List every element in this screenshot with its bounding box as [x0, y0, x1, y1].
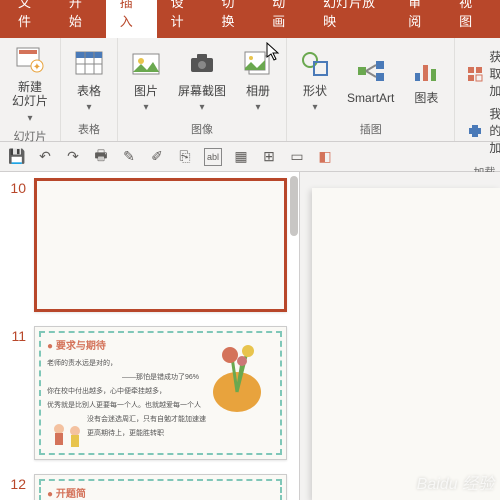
- align-icon[interactable]: ▭: [288, 148, 306, 166]
- dropdown-arrow-icon: ▾: [313, 102, 318, 113]
- dropdown-arrow-icon: ▾: [87, 102, 92, 113]
- tab-insert[interactable]: 插入: [106, 0, 157, 38]
- tab-animations[interactable]: 动画: [258, 0, 309, 38]
- slide-number: 12: [6, 474, 26, 500]
- screenshot-label: 屏幕截图: [178, 84, 226, 98]
- save-icon[interactable]: 💾: [8, 148, 26, 166]
- print-icon[interactable]: 🖶: [92, 148, 110, 166]
- pictures-label: 图片: [134, 84, 158, 98]
- album-icon: [242, 48, 274, 80]
- smartart-icon: [355, 55, 387, 87]
- group-addins: 获取加 我的加 加载: [455, 38, 500, 141]
- chart-label: 图表: [414, 91, 438, 105]
- format-painter-icon[interactable]: ✎: [120, 148, 138, 166]
- slide-number: 11: [6, 326, 26, 460]
- dropdown-arrow-icon: ▾: [256, 102, 261, 113]
- work-area: 10 ★ 11 ● 要求与期待 老师的责水远是对的， ——那怕是错成功了96% …: [0, 172, 500, 500]
- slide-thumbnail-12[interactable]: ● 开题简: [34, 474, 287, 500]
- new-slide-button[interactable]: ✦ 新建幻灯片 ▾: [8, 42, 52, 126]
- table-label: 表格: [77, 84, 101, 98]
- pictures-button[interactable]: 图片 ▾: [126, 46, 166, 115]
- grid-icon[interactable]: ⊞: [260, 148, 278, 166]
- tab-slideshow[interactable]: 幻灯片放映: [309, 0, 394, 38]
- tab-transitions[interactable]: 切换: [207, 0, 258, 38]
- slide-thumbnail-11[interactable]: ● 要求与期待 老师的责水远是对的， ——那怕是错成功了96% 你在校中付出越多…: [34, 326, 287, 460]
- group-images: 图片 ▾ 屏幕截图 ▾ 相册 ▾ 图像: [118, 38, 287, 141]
- group-slides: ✦ 新建幻灯片 ▾ 幻灯片: [0, 38, 61, 141]
- dropdown-arrow-icon: ▾: [27, 113, 32, 124]
- slide-canvas[interactable]: [312, 188, 500, 500]
- scrollbar-thumb[interactable]: [290, 176, 298, 236]
- layout-icon[interactable]: ▦: [232, 148, 250, 166]
- thumbnail-row: ★ 11 ● 要求与期待 老师的责水远是对的， ——那怕是错成功了96% 你在校…: [6, 326, 287, 460]
- tab-home[interactable]: 开始: [55, 0, 106, 38]
- group-tables: 表格 ▾ 表格: [61, 38, 118, 141]
- arrange-icon[interactable]: ◧: [316, 148, 334, 166]
- tab-bar: 文件 开始 插入 设计 切换 动画 幻灯片放映 审阅 视图: [0, 0, 500, 38]
- pictures-icon: [130, 48, 162, 80]
- flower-illustration: [202, 337, 272, 417]
- thumbnail-row: 10: [6, 178, 287, 312]
- group-illustrations: 形状 ▾ SmartArt 图表 插图: [287, 38, 455, 141]
- album-label: 相册: [246, 84, 270, 98]
- album-button[interactable]: 相册 ▾: [238, 46, 278, 115]
- tab-file[interactable]: 文件: [4, 0, 55, 38]
- slide-thumbnails-panel[interactable]: 10 ★ 11 ● 要求与期待 老师的责水远是对的， ——那怕是错成功了96% …: [0, 172, 300, 500]
- svg-text:✦: ✦: [33, 62, 41, 73]
- my-addins-button[interactable]: 我的加: [467, 105, 500, 156]
- dropdown-arrow-icon: ▾: [144, 102, 149, 113]
- shapes-icon: [299, 48, 331, 80]
- smartart-label: SmartArt: [347, 91, 394, 105]
- slide-thumbnail-10[interactable]: [34, 178, 287, 312]
- screenshot-icon: [186, 48, 218, 80]
- chart-button[interactable]: 图表: [406, 53, 446, 107]
- get-addins-label: 获取加: [489, 48, 500, 99]
- people-illustration: [49, 421, 89, 451]
- dropdown-arrow-icon: ▾: [200, 102, 205, 113]
- shapes-label: 形状: [303, 84, 327, 98]
- group-slides-label: 幻灯片: [8, 126, 52, 146]
- slide-stage: [300, 172, 500, 500]
- new-slide-icon: ✦: [14, 44, 46, 76]
- get-addins-button[interactable]: 获取加: [467, 48, 500, 99]
- store-icon: [467, 66, 483, 82]
- group-tables-label: 表格: [69, 119, 109, 139]
- textbox-icon[interactable]: abl: [204, 148, 222, 166]
- addin-icon: [467, 123, 483, 139]
- tab-design[interactable]: 设计: [157, 0, 208, 38]
- table-button[interactable]: 表格 ▾: [69, 46, 109, 115]
- group-illustrations-label: 插图: [295, 119, 446, 139]
- new-slide-label: 新建幻灯片: [12, 80, 48, 109]
- tab-review[interactable]: 审阅: [394, 0, 445, 38]
- screenshot-button[interactable]: 屏幕截图 ▾: [174, 46, 230, 115]
- redo-icon[interactable]: ↷: [64, 148, 82, 166]
- ink-icon[interactable]: ✐: [148, 148, 166, 166]
- quick-access-toolbar: 💾 ↶ ↷ 🖶 ✎ ✐ ⎘ abl ▦ ⊞ ▭ ◧: [0, 142, 500, 172]
- table-icon: [73, 48, 105, 80]
- group-images-label: 图像: [126, 119, 278, 139]
- thumbnail-row: ★ 12 ● 开题简: [6, 474, 287, 500]
- tab-view[interactable]: 视图: [445, 0, 496, 38]
- watermark: Baidu 经验: [417, 470, 494, 494]
- undo-icon[interactable]: ↶: [36, 148, 54, 166]
- ribbon: ✦ 新建幻灯片 ▾ 幻灯片 表格 ▾ 表格 图片 ▾ 屏幕截图: [0, 38, 500, 142]
- smartart-button[interactable]: SmartArt: [343, 53, 398, 107]
- copy-icon[interactable]: ⎘: [176, 148, 194, 166]
- slide-number: 10: [6, 178, 26, 312]
- shapes-button[interactable]: 形状 ▾: [295, 46, 335, 115]
- my-addins-label: 我的加: [489, 105, 500, 156]
- chart-icon: [410, 55, 442, 87]
